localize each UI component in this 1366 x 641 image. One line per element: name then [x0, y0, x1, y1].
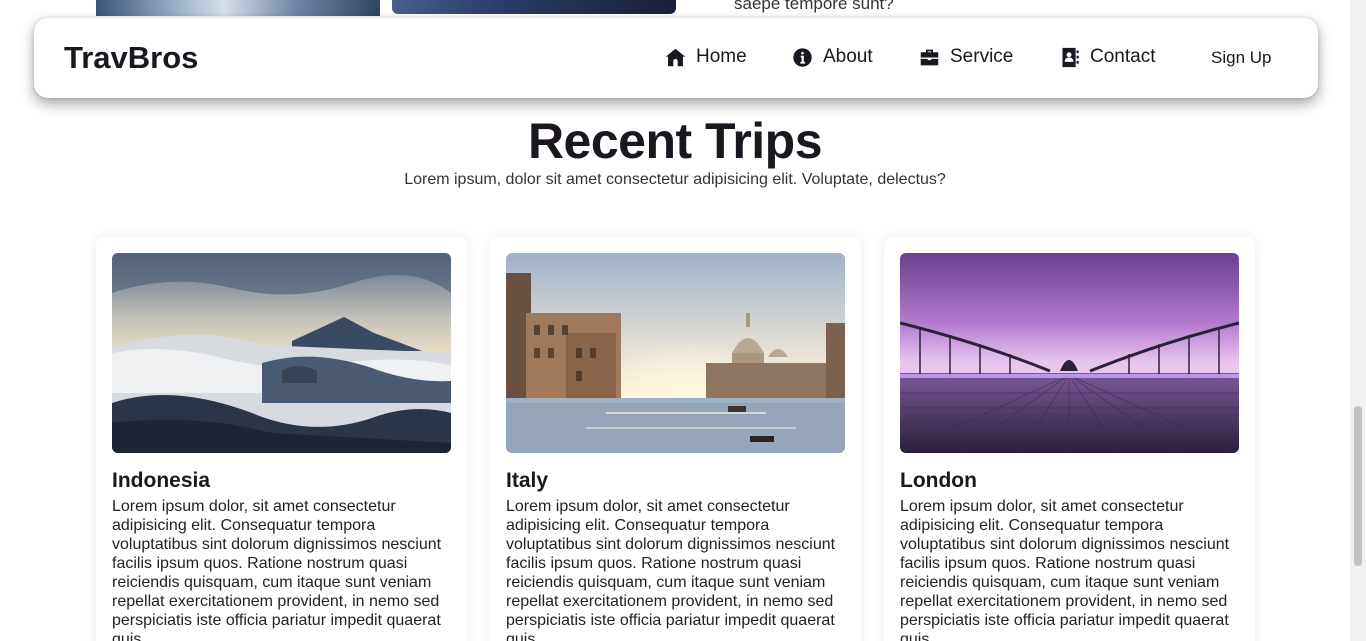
- previous-section-text: saepe tempore sunt?: [734, 0, 894, 13]
- trip-title: Italy: [506, 469, 549, 492]
- nav-home-link[interactable]: Home: [665, 46, 747, 68]
- nav-about-label: About: [823, 46, 873, 67]
- trip-card-london[interactable]: London Lorem ipsum dolor, sit amet conse…: [884, 237, 1255, 641]
- signup-button[interactable]: Sign Up: [1211, 48, 1271, 68]
- info-icon: [793, 47, 812, 67]
- nav-about-link[interactable]: About: [792, 46, 873, 68]
- previous-image-left: [96, 0, 380, 16]
- home-icon: [665, 48, 686, 66]
- trip-description: Lorem ipsum dolor, sit amet consectetur …: [112, 498, 442, 641]
- page-scrollbar[interactable]: [1350, 0, 1366, 641]
- nav-service-label: Service: [950, 46, 1014, 67]
- nav-home-label: Home: [696, 46, 747, 67]
- trip-card-indonesia[interactable]: Indonesia Lorem ipsum dolor, sit amet co…: [96, 237, 467, 641]
- trip-image-italy: [506, 253, 845, 453]
- trip-description: Lorem ipsum dolor, sit amet consectetur …: [900, 498, 1230, 641]
- section-subtitle: Lorem ipsum, dolor sit amet consectetur …: [404, 171, 946, 188]
- trip-title: Indonesia: [112, 469, 211, 492]
- previous-section-remnant: saepe tempore sunt?: [0, 0, 1350, 16]
- trip-description: Lorem ipsum dolor, sit amet consectetur …: [506, 498, 836, 641]
- trip-title: London: [900, 469, 977, 492]
- navbar: TravBros Home About Service Contact Sign…: [34, 18, 1318, 98]
- address-book-icon: [1062, 47, 1079, 67]
- previous-image-right: [392, 0, 676, 14]
- scrollbar-thumb[interactable]: [1354, 406, 1362, 566]
- trip-image-london: [900, 253, 1239, 453]
- nav-contact-label: Contact: [1090, 46, 1156, 67]
- section-title: Recent Trips: [527, 113, 823, 169]
- brand-logo[interactable]: TravBros: [64, 40, 198, 76]
- trip-card-italy[interactable]: Italy Lorem ipsum dolor, sit amet consec…: [490, 237, 861, 641]
- trip-image-indonesia: [112, 253, 451, 453]
- briefcase-icon: [920, 49, 939, 65]
- nav-contact-link[interactable]: Contact: [1059, 46, 1155, 68]
- nav-service-link[interactable]: Service: [919, 46, 1013, 68]
